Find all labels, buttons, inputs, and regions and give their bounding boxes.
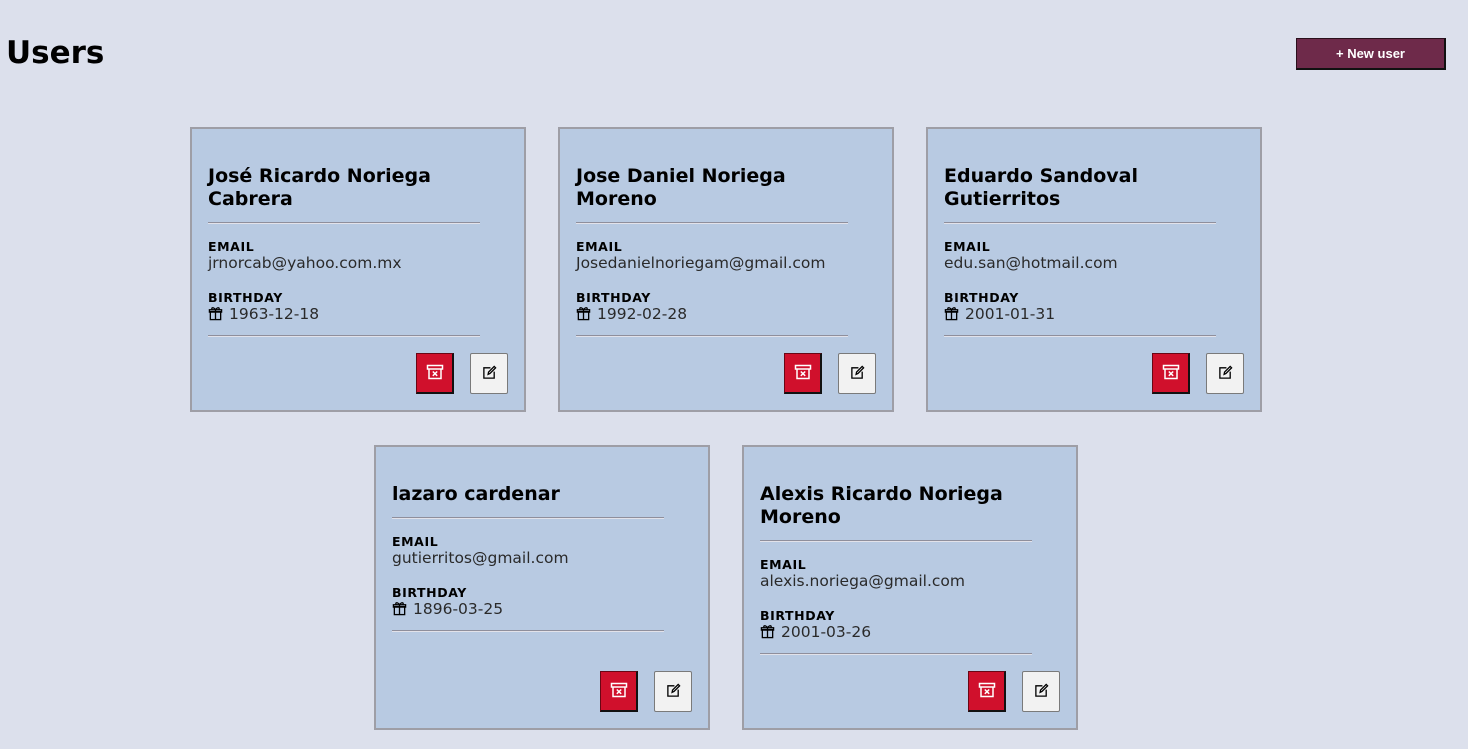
edit-icon: [482, 364, 497, 383]
trash-icon: [794, 364, 812, 383]
email-label: EMAIL: [392, 534, 439, 549]
delete-button[interactable]: [1152, 353, 1190, 394]
edit-button[interactable]: [654, 671, 692, 712]
email-label: EMAIL: [208, 239, 255, 254]
birthday-value: 1896-03-25: [413, 600, 504, 618]
birthday-value: 1992-02-28: [597, 305, 688, 323]
email-label: EMAIL: [944, 239, 991, 254]
card-divider: [392, 517, 664, 519]
gift-icon: [760, 624, 775, 639]
trash-icon: [978, 682, 996, 701]
new-user-button[interactable]: + New user: [1296, 38, 1446, 70]
edit-icon: [1034, 682, 1049, 701]
birthday-label: BIRTHDAY: [392, 585, 467, 600]
email-value: gutierritos@gmail.com: [392, 549, 569, 567]
gift-icon: [392, 601, 407, 616]
delete-button[interactable]: [784, 353, 822, 394]
user-name: Alexis Ricardo Noriega Moreno: [760, 483, 1003, 528]
birthday-value: 2001-01-31: [965, 305, 1056, 323]
gift-icon: [944, 306, 959, 321]
email-value: Josedanielnoriegam@gmail.com: [576, 254, 826, 272]
edit-button[interactable]: [838, 353, 876, 394]
birthday-label: BIRTHDAY: [944, 290, 1019, 305]
delete-button[interactable]: [600, 671, 638, 712]
edit-button[interactable]: [1206, 353, 1244, 394]
birthday-label: BIRTHDAY: [208, 290, 283, 305]
gift-icon: [576, 306, 591, 321]
trash-icon: [1162, 364, 1180, 383]
user-card: Alexis Ricardo Noriega Moreno EMAIL alex…: [742, 445, 1078, 730]
card-divider: [392, 630, 664, 632]
user-card: José Ricardo Noriega Cabrera EMAIL jrnor…: [190, 127, 526, 412]
card-divider: [760, 653, 1032, 655]
birthday-label: BIRTHDAY: [760, 608, 835, 623]
user-name: lazaro cardenar: [392, 483, 560, 505]
card-divider: [576, 335, 848, 337]
email-value: alexis.noriega@gmail.com: [760, 572, 965, 590]
user-card: Jose Daniel Noriega Moreno EMAIL Josedan…: [558, 127, 894, 412]
trash-icon: [426, 364, 444, 383]
user-card: lazaro cardenar EMAIL gutierritos@gmail.…: [374, 445, 710, 730]
edit-icon: [1218, 364, 1233, 383]
card-divider: [208, 222, 480, 224]
edit-icon: [666, 682, 681, 701]
email-label: EMAIL: [576, 239, 623, 254]
card-divider: [944, 335, 1216, 337]
card-divider: [576, 222, 848, 224]
email-value: edu.san@hotmail.com: [944, 254, 1118, 272]
card-divider: [944, 222, 1216, 224]
user-name: Eduardo Sandoval Gutierritos: [944, 165, 1138, 210]
page-title: Users: [6, 35, 105, 71]
birthday-value: 2001-03-26: [781, 623, 872, 641]
birthday-value: 1963-12-18: [229, 305, 320, 323]
edit-button[interactable]: [1022, 671, 1060, 712]
user-name: Jose Daniel Noriega Moreno: [576, 165, 786, 210]
trash-icon: [610, 682, 628, 701]
edit-icon: [850, 364, 865, 383]
delete-button[interactable]: [416, 353, 454, 394]
birthday-label: BIRTHDAY: [576, 290, 651, 305]
email-label: EMAIL: [760, 557, 807, 572]
user-name: José Ricardo Noriega Cabrera: [208, 165, 431, 210]
email-value: jrnorcab@yahoo.com.mx: [208, 254, 402, 272]
card-divider: [760, 540, 1032, 542]
card-divider: [208, 335, 480, 337]
user-card: Eduardo Sandoval Gutierritos EMAIL edu.s…: [926, 127, 1262, 412]
delete-button[interactable]: [968, 671, 1006, 712]
edit-button[interactable]: [470, 353, 508, 394]
gift-icon: [208, 306, 223, 321]
